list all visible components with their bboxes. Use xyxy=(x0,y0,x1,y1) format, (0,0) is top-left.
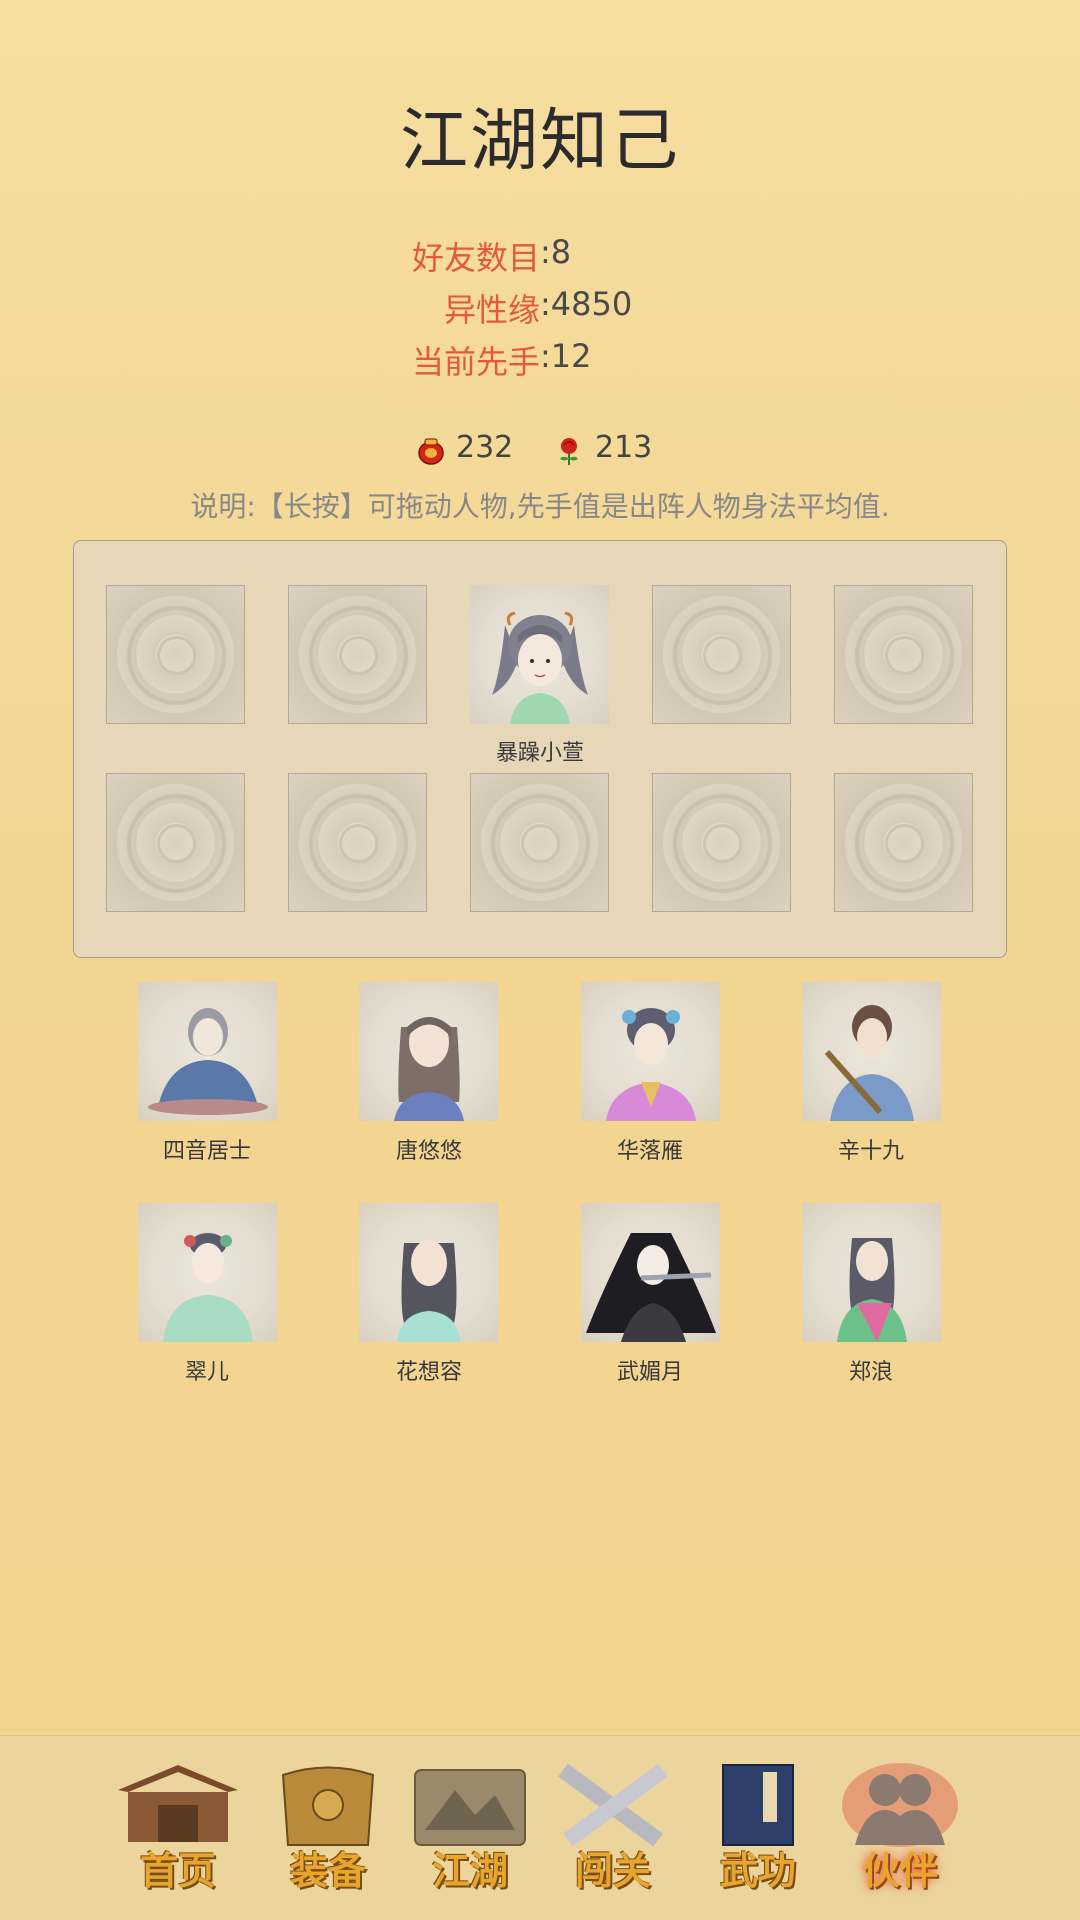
companions-icon xyxy=(842,1763,958,1847)
formation-character-name: 暴躁小萱 xyxy=(495,741,584,766)
formation-slot[interactable] xyxy=(106,585,245,724)
formation-slot[interactable] xyxy=(106,773,245,912)
nav-label: 武功 xyxy=(719,1848,796,1893)
nav-label: 装备 xyxy=(289,1848,366,1893)
red-jar-icon xyxy=(418,438,444,465)
friend-portrait[interactable] xyxy=(359,982,498,1121)
rose-icon xyxy=(560,438,578,465)
scroll-map-icon xyxy=(414,1769,526,1846)
friend-name: 翠儿 xyxy=(184,1360,229,1385)
stat-value-initiative: :12 xyxy=(540,337,592,375)
formation-slot[interactable] xyxy=(652,773,791,912)
crossed-swords-icon xyxy=(558,1763,668,1847)
nav-label: 江湖 xyxy=(431,1848,508,1893)
friend-portrait[interactable] xyxy=(802,1203,941,1342)
formation-slot[interactable] xyxy=(288,773,427,912)
formation-slot[interactable] xyxy=(834,773,973,912)
friend-name: 武媚月 xyxy=(616,1360,683,1385)
friend-portrait[interactable] xyxy=(802,982,941,1121)
page-title: 江湖知己 xyxy=(399,102,680,181)
formation-slot[interactable] xyxy=(470,773,609,912)
formation-slot[interactable] xyxy=(288,585,427,724)
nav-companions[interactable]: 伙伴 xyxy=(835,1760,965,1893)
nav-martial-arts[interactable]: 武功 xyxy=(693,1760,823,1893)
friend-name: 辛十九 xyxy=(837,1139,904,1164)
nav-label: 首页 xyxy=(139,1848,216,1893)
friend-name: 唐悠悠 xyxy=(395,1139,462,1164)
nav-equipment[interactable]: 装备 xyxy=(263,1760,393,1893)
friend-name: 花想容 xyxy=(395,1360,462,1385)
friend-name: 郑浪 xyxy=(848,1360,893,1385)
nav-label: 闯关 xyxy=(574,1848,651,1893)
friend-portrait[interactable] xyxy=(138,982,277,1121)
formation-slot[interactable] xyxy=(834,585,973,724)
jar-count: 232 xyxy=(456,430,514,465)
stat-value-charm: :4850 xyxy=(540,285,633,323)
friend-portrait[interactable] xyxy=(138,1203,277,1342)
nav-jianghu[interactable]: 江湖 xyxy=(405,1760,535,1893)
friend-name: 四音居士 xyxy=(162,1139,251,1164)
formation-slot[interactable] xyxy=(652,585,791,724)
formation-character-portrait[interactable] xyxy=(470,585,609,724)
stat-value-friends: :8 xyxy=(540,233,572,271)
friend-portrait[interactable] xyxy=(359,1203,498,1342)
stat-label-charm: 异性缘 xyxy=(443,291,540,329)
nav-challenge[interactable]: 闯关 xyxy=(548,1760,678,1893)
nav-label: 伙伴 xyxy=(861,1848,938,1893)
stat-label-friends: 好友数目 xyxy=(411,239,540,277)
book-icon xyxy=(722,1764,794,1846)
nav-home[interactable]: 首页 xyxy=(113,1760,243,1893)
house-icon xyxy=(118,1765,238,1842)
instruction-text: 说明:【长按】可拖动人物,先手值是出阵人物身法平均值. xyxy=(190,490,890,523)
armor-icon xyxy=(281,1766,375,1846)
friend-name: 华落雁 xyxy=(616,1139,683,1164)
rose-count: 213 xyxy=(595,430,653,465)
friend-portrait[interactable] xyxy=(581,982,720,1121)
stat-label-initiative: 当前先手 xyxy=(411,343,540,381)
friend-portrait[interactable] xyxy=(581,1203,720,1342)
